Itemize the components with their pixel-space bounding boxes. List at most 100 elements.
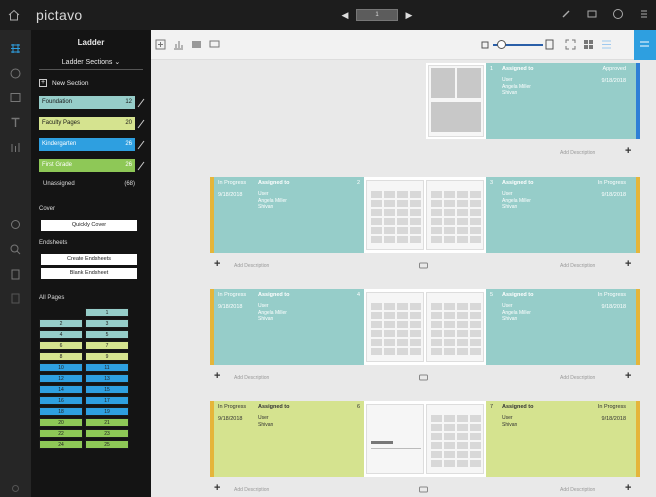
page-cell[interactable]: 17 — [85, 396, 129, 405]
create-endsheets-button[interactable]: Create Endsheets — [41, 254, 137, 265]
page-card-7[interactable]: 7 Assigned to User Shivan In Progress 9/… — [486, 401, 636, 477]
page-cell[interactable]: 20 — [39, 418, 83, 427]
help-icon[interactable] — [612, 8, 624, 20]
add-plus-icon[interactable]: + — [625, 370, 631, 382]
document-icon[interactable] — [9, 268, 22, 281]
page-card-1[interactable]: 1 Assigned to User Angela Miller Shivan … — [486, 63, 636, 139]
link-spread-icon[interactable] — [419, 374, 428, 381]
section-faculty-pages[interactable]: Faculty Pages 20 — [39, 117, 135, 130]
settings-icon[interactable] — [9, 482, 22, 495]
zoom-handle[interactable] — [497, 40, 506, 49]
page-card-2[interactable]: In Progress 9/18/2018 Assigned to User A… — [214, 177, 364, 253]
spread-thumbnail[interactable] — [364, 177, 486, 253]
fullscreen-icon[interactable] — [565, 39, 576, 50]
edit-pencil-icon[interactable] — [137, 98, 145, 108]
page-status[interactable]: Approved — [602, 66, 626, 72]
ladder-grid-icon[interactable] — [9, 42, 22, 55]
page-cell[interactable]: 9 — [85, 352, 129, 361]
add-plus-icon[interactable]: + — [214, 482, 220, 494]
page-status[interactable]: In Progress — [218, 180, 246, 186]
page-status[interactable]: In Progress — [598, 292, 626, 298]
page-cell[interactable]: 10 — [39, 363, 83, 372]
ladder-sections-dropdown[interactable]: Ladder Sections ⌄ — [39, 56, 143, 70]
layouts-icon[interactable] — [9, 141, 22, 154]
zoom-in-icon[interactable] — [545, 39, 554, 50]
page-cell[interactable]: 7 — [85, 341, 129, 350]
page-cell[interactable]: 11 — [85, 363, 129, 372]
page-cell[interactable]: 21 — [85, 418, 129, 427]
chart-icon[interactable] — [173, 39, 184, 50]
page-cell[interactable]: 1 — [85, 308, 129, 317]
page-status[interactable]: In Progress — [218, 404, 246, 410]
grid-view-icon[interactable] — [583, 39, 594, 50]
search-icon[interactable] — [9, 243, 22, 256]
blank-endsheet-button[interactable]: Blank Endsheet — [41, 268, 137, 279]
new-section-button[interactable]: + New Section — [39, 79, 89, 87]
zoom-slider[interactable] — [481, 39, 554, 51]
page-cell[interactable]: 2 — [39, 319, 83, 328]
spread-thumbnail[interactable] — [364, 401, 486, 477]
page-card-4[interactable]: In Progress 9/18/2018 Assigned to User A… — [214, 289, 364, 365]
edit-pencil-icon[interactable] — [137, 161, 145, 171]
page-cell[interactable]: 16 — [39, 396, 83, 405]
page-card-6[interactable]: In Progress 9/18/2018 Assigned to User S… — [214, 401, 364, 477]
description-placeholder[interactable]: Add Description — [234, 375, 269, 381]
page-cell[interactable]: 6 — [39, 341, 83, 350]
page-cell[interactable]: 22 — [39, 429, 83, 438]
page-cell[interactable]: 5 — [85, 330, 129, 339]
page-cell[interactable]: 12 — [39, 374, 83, 383]
add-plus-icon[interactable]: + — [625, 482, 631, 494]
page-cell[interactable]: 15 — [85, 385, 129, 394]
page-cell[interactable]: 3 — [85, 319, 129, 328]
page-cell[interactable]: 23 — [85, 429, 129, 438]
edit-pencil-icon[interactable] — [137, 140, 145, 150]
page-cell[interactable]: 8 — [39, 352, 83, 361]
section-foundation[interactable]: Foundation 12 — [39, 96, 135, 109]
link-spread-icon[interactable] — [419, 262, 428, 269]
page-cell[interactable] — [39, 308, 83, 317]
description-placeholder[interactable]: Add Description — [560, 375, 595, 381]
photos-icon[interactable] — [9, 91, 22, 104]
ladder-view-button[interactable] — [634, 30, 656, 60]
unassigned-row[interactable]: Unassigned (68) — [43, 181, 135, 187]
tag-icon[interactable] — [9, 218, 22, 231]
home-icon[interactable] — [8, 9, 20, 21]
add-plus-icon[interactable]: + — [214, 258, 220, 270]
page-cell[interactable]: 25 — [85, 440, 129, 449]
pencil-icon[interactable] — [560, 8, 572, 20]
description-placeholder[interactable]: Add Description — [560, 487, 595, 493]
add-description-row[interactable]: Add Description + — [486, 145, 636, 161]
page-cell[interactable]: 14 — [39, 385, 83, 394]
page-cell[interactable]: 4 — [39, 330, 83, 339]
prev-page-arrow-icon[interactable]: ◀ — [340, 10, 350, 21]
page-status[interactable]: In Progress — [598, 180, 626, 186]
link-spread-icon[interactable] — [419, 486, 428, 493]
section-first-grade[interactable]: First Grade 26 — [39, 159, 135, 172]
page-cell[interactable]: 24 — [39, 440, 83, 449]
list-view-icon[interactable] — [601, 39, 612, 50]
page-cell[interactable]: 13 — [85, 374, 129, 383]
description-placeholder[interactable]: Add Description — [234, 263, 269, 269]
page-cell[interactable]: 19 — [85, 407, 129, 416]
page-card-3[interactable]: 3 Assigned to User Angela Miller Shivan … — [486, 177, 636, 253]
preview-icon[interactable] — [586, 8, 598, 20]
theme-icon[interactable] — [9, 67, 22, 80]
add-plus-icon[interactable]: + — [625, 145, 631, 157]
add-plus-icon[interactable]: + — [625, 258, 631, 270]
add-plus-icon[interactable]: + — [214, 370, 220, 382]
image-icon[interactable] — [191, 39, 202, 50]
spread-thumbnail[interactable] — [364, 289, 486, 365]
text-icon[interactable] — [9, 116, 22, 129]
zoom-out-icon[interactable] — [481, 41, 489, 49]
description-placeholder[interactable]: Add Description — [560, 263, 595, 269]
portrait-icon[interactable] — [9, 292, 22, 305]
page-status[interactable]: In Progress — [598, 404, 626, 410]
section-kindergarten[interactable]: Kindergarten 26 — [39, 138, 135, 151]
edit-pencil-icon[interactable] — [137, 119, 145, 129]
page-thumbnail[interactable] — [426, 63, 486, 139]
next-page-arrow-icon[interactable]: ▶ — [404, 10, 414, 21]
page-status[interactable]: In Progress — [218, 292, 246, 298]
menu-icon[interactable] — [638, 8, 650, 20]
quickly-cover-button[interactable]: Quickly Cover — [41, 220, 137, 231]
page-card-5[interactable]: 5 Assigned to User Angela Miller Shivan … — [486, 289, 636, 365]
